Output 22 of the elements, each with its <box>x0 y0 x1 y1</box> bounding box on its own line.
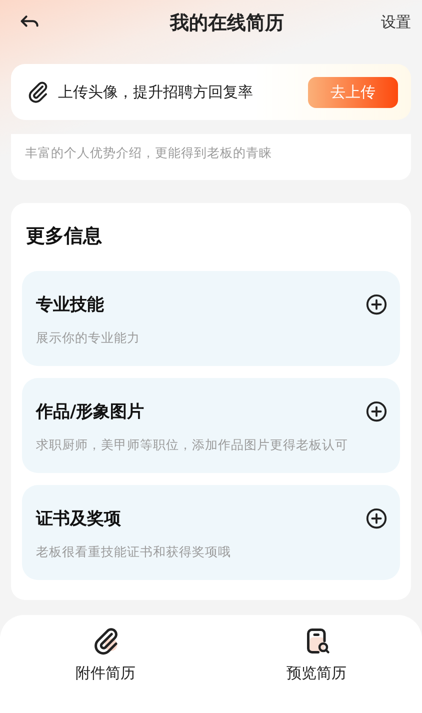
add-icon[interactable] <box>365 400 388 423</box>
nav-label: 预览简历 <box>286 664 346 683</box>
info-item[interactable]: 证书及奖项 老板很看重技能证书和获得奖项哦 <box>22 485 400 580</box>
nav-tab[interactable]: 预览简历 <box>211 615 422 713</box>
intro-hint: 丰富的个人优势介绍，更能得到老板的青睐 <box>25 144 272 162</box>
item-title: 作品/形象图片 <box>36 401 144 423</box>
info-item[interactable]: 作品/形象图片 求职厨师，美甲师等职位，添加作品图片更得老板认可 <box>22 378 400 473</box>
add-icon[interactable] <box>365 507 388 530</box>
page-title: 我的在线简历 <box>170 10 284 36</box>
item-description: 求职厨师，美甲师等职位，添加作品图片更得老板认可 <box>36 437 349 454</box>
settings-link[interactable]: 设置 <box>381 13 411 32</box>
paperclip-icon <box>26 80 50 104</box>
item-title: 证书及奖项 <box>36 508 121 530</box>
section-title: 更多信息 <box>26 224 103 249</box>
add-icon[interactable] <box>365 293 388 316</box>
banner-text: 上传头像，提升招聘方回复率 <box>58 82 254 102</box>
item-description: 展示你的专业能力 <box>36 330 141 347</box>
nav-label: 附件简历 <box>76 664 136 683</box>
item-description: 老板很看重技能证书和获得奖项哦 <box>36 544 232 561</box>
nav-tab[interactable]: 附件简历 <box>0 615 211 713</box>
info-item[interactable]: 专业技能 展示你的专业能力 <box>22 271 400 366</box>
item-title: 专业技能 <box>36 294 104 316</box>
